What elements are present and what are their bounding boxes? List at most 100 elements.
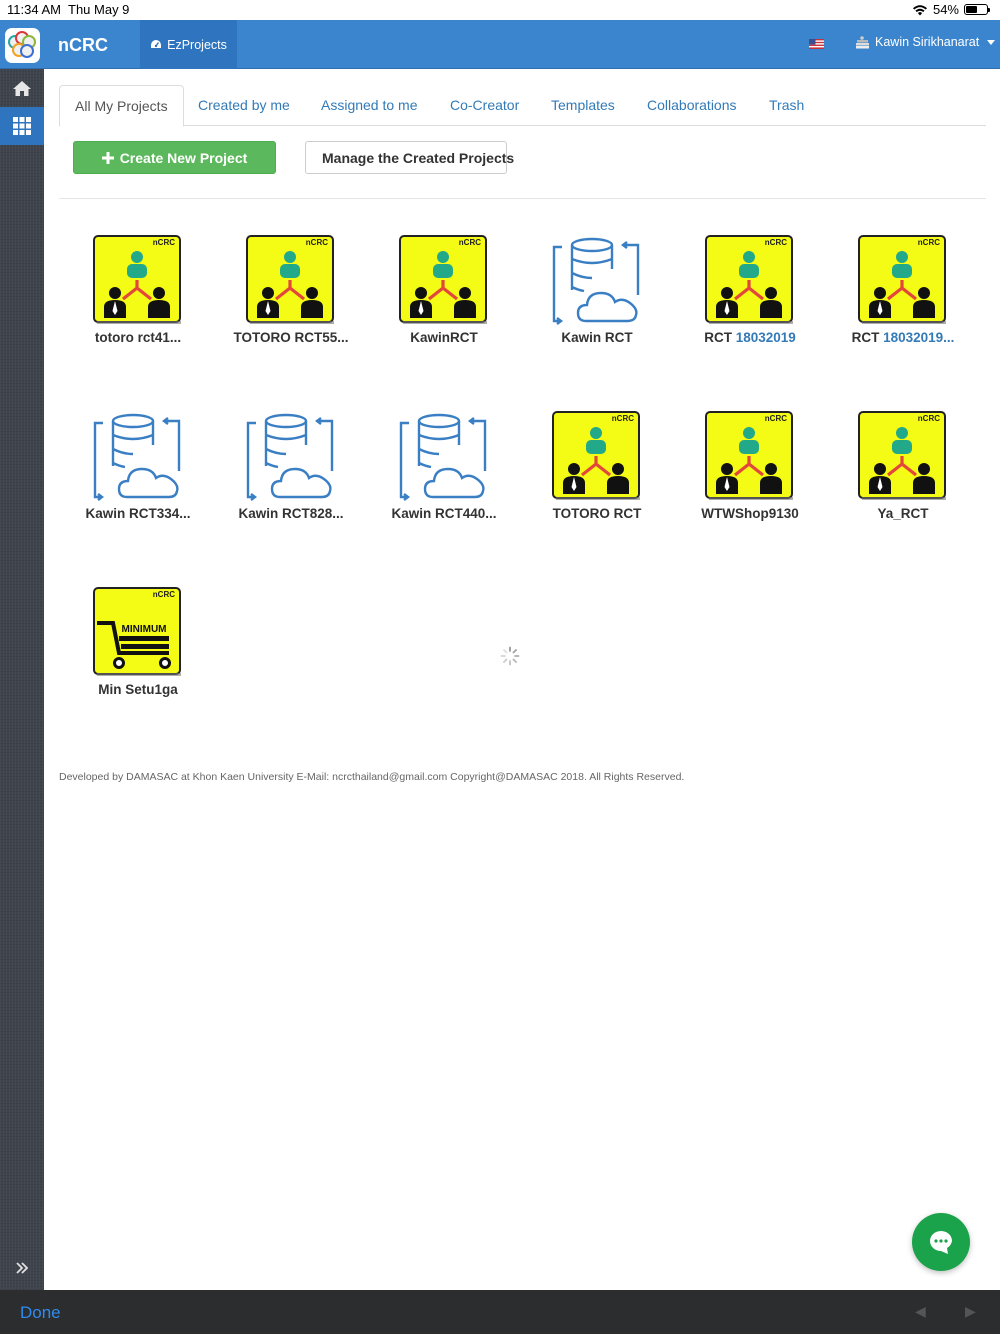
ezprojects-label: EzProjects: [167, 37, 227, 52]
ncrc-team-icon[interactable]: nCRC: [858, 411, 948, 501]
ncrc-badge-text: nCRC: [612, 414, 634, 423]
project-name[interactable]: Ya_RCT: [833, 506, 973, 521]
grid-icon: [13, 117, 31, 135]
tab-created-by-me[interactable]: Created by me: [183, 85, 305, 126]
project-card[interactable]: nCRC RCT 18032019: [680, 235, 820, 345]
ncrc-team-icon[interactable]: nCRC: [246, 235, 336, 325]
ncrc-badge-text: nCRC: [306, 238, 328, 247]
project-name[interactable]: RCT 18032019...: [833, 330, 973, 345]
project-card[interactable]: nCRC TOTORO RCT55...: [221, 235, 361, 345]
project-card[interactable]: nCRC Ya_RCT: [833, 411, 973, 521]
ncrc-badge-text: nCRC: [918, 238, 940, 247]
back-arrow-icon[interactable]: ◀: [915, 1303, 926, 1320]
chat-bubble-icon: [930, 1231, 952, 1254]
project-name[interactable]: Kawin RCT828...: [221, 506, 361, 521]
project-name-link[interactable]: 18032019...: [883, 330, 954, 345]
ncrc-badge-text: nCRC: [765, 238, 787, 247]
double-chevron-right-icon: [16, 1262, 29, 1274]
main-content: All My Projects Created by me Assigned t…: [44, 69, 1000, 1290]
project-name[interactable]: RCT 18032019: [680, 330, 820, 345]
sidebar: [0, 69, 44, 1290]
status-date: Thu May 9: [68, 2, 130, 17]
project-card[interactable]: Kawin RCT828...: [221, 411, 361, 521]
ncrc-badge-text: nCRC: [918, 414, 940, 423]
project-card[interactable]: nCRC WTWShop9130: [680, 411, 820, 521]
manage-created-projects-label: Manage the Created Projects: [322, 149, 515, 166]
top-navbar: nCRC EzProjects Kawin Sirikhanarat: [0, 20, 1000, 69]
project-name-prefix: RCT: [704, 330, 736, 345]
ncrc-team-icon[interactable]: nCRC: [93, 235, 183, 325]
project-tabs: All My Projects Created by me Assigned t…: [59, 85, 986, 127]
project-name[interactable]: TOTORO RCT55...: [221, 330, 361, 345]
status-bar: 11:34 AM Thu May 9 54%: [0, 0, 1000, 20]
dashboard-icon: [151, 40, 162, 48]
user-books-icon: [856, 35, 869, 48]
forward-arrow-icon[interactable]: ▶: [965, 1303, 976, 1320]
manage-created-projects-button[interactable]: Manage the Created Projects: [305, 141, 514, 174]
tab-assigned-to-me[interactable]: Assigned to me: [306, 85, 433, 126]
project-name[interactable]: totoro rct41...: [68, 330, 208, 345]
project-card[interactable]: nCRC RCT 18032019...: [833, 235, 973, 345]
sidebar-apps-button[interactable]: [0, 107, 44, 145]
tab-all-my-projects[interactable]: All My Projects: [59, 85, 184, 127]
project-name[interactable]: Kawin RCT334...: [68, 506, 208, 521]
status-time: 11:34 AM: [7, 2, 61, 17]
project-card[interactable]: nCRC TOTORO RCT: [527, 411, 667, 521]
ncrc-team-icon[interactable]: nCRC: [399, 235, 489, 325]
ncrc-team-icon[interactable]: nCRC: [705, 235, 795, 325]
done-button[interactable]: Done: [20, 1303, 61, 1323]
ncrc-team-icon[interactable]: nCRC: [858, 235, 948, 325]
project-name-link[interactable]: 18032019: [736, 330, 796, 345]
project-card[interactable]: Kawin RCT: [527, 235, 667, 345]
ncrc-badge-text: nCRC: [459, 238, 481, 247]
home-icon: [13, 80, 31, 96]
ncrc-logo[interactable]: [5, 28, 40, 63]
bottom-toolbar: Done ◀ ▶: [0, 1290, 1000, 1334]
project-card[interactable]: nCRC MINIMUM Min Setu1ga: [68, 587, 208, 697]
tab-collaborations[interactable]: Collaborations: [632, 85, 752, 126]
project-card[interactable]: nCRC totoro rct41...: [68, 235, 208, 345]
footer-text: Developed by DAMASAC at Khon Kaen Univer…: [59, 771, 685, 783]
create-new-project-label: Create New Project: [119, 149, 248, 166]
tab-templates[interactable]: Templates: [536, 85, 630, 126]
project-card[interactable]: nCRC KawinRCT: [374, 235, 514, 345]
project-name[interactable]: KawinRCT: [374, 330, 514, 345]
project-name[interactable]: Kawin RCT440...: [374, 506, 514, 521]
cloud-database-icon[interactable]: [246, 411, 336, 501]
ncrc-team-icon[interactable]: nCRC: [705, 411, 795, 501]
section-divider: [59, 198, 986, 199]
brand-title[interactable]: nCRC: [58, 35, 108, 56]
ncrc-badge-text: nCRC: [153, 238, 175, 247]
ncrc-badge-text: nCRC: [153, 590, 175, 599]
battery-icon: [964, 4, 990, 15]
minimum-text: MINIMUM: [122, 624, 167, 635]
user-menu[interactable]: Kawin Sirikhanarat: [855, 35, 996, 49]
ncrc-team-icon[interactable]: nCRC: [552, 411, 642, 501]
user-name: Kawin Sirikhanarat: [875, 35, 980, 49]
plus-icon: [101, 151, 114, 164]
project-name[interactable]: Kawin RCT: [527, 330, 667, 345]
sidebar-expand-button[interactable]: [0, 1249, 44, 1287]
project-card[interactable]: Kawin RCT440...: [374, 411, 514, 521]
status-right: 54%: [912, 2, 990, 17]
project-name[interactable]: TOTORO RCT: [527, 506, 667, 521]
chat-button[interactable]: [912, 1213, 970, 1271]
minimum-cart-icon[interactable]: nCRC MINIMUM: [93, 587, 183, 677]
tab-co-creator[interactable]: Co-Creator: [435, 85, 534, 126]
project-name[interactable]: WTWShop9130: [680, 506, 820, 521]
cloud-database-icon[interactable]: [399, 411, 489, 501]
ncrc-badge-text: nCRC: [765, 414, 787, 423]
wifi-icon: [912, 4, 927, 15]
project-name[interactable]: Min Setu1ga: [68, 682, 208, 697]
tab-trash[interactable]: Trash: [754, 85, 819, 126]
cloud-database-icon[interactable]: [93, 411, 183, 501]
project-name-prefix: RCT: [851, 330, 884, 345]
create-new-project-button[interactable]: Create New Project: [73, 141, 276, 174]
cloud-database-icon[interactable]: [552, 235, 642, 325]
ezprojects-tab[interactable]: EzProjects: [140, 20, 237, 69]
project-card[interactable]: Kawin RCT334...: [68, 411, 208, 521]
chevron-down-icon: [987, 39, 996, 45]
us-flag-icon[interactable]: [809, 39, 824, 49]
sidebar-home-button[interactable]: [0, 69, 44, 107]
battery-percent: 54%: [932, 2, 959, 17]
